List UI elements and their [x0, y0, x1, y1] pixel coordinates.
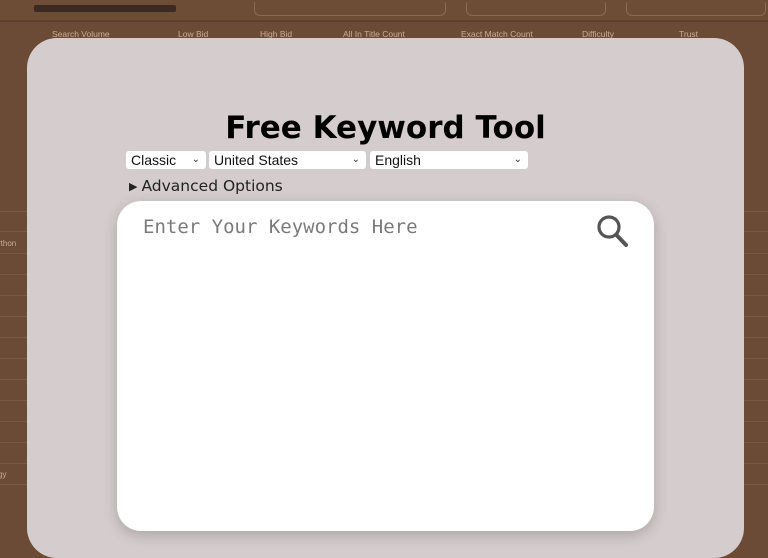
background-filter — [626, 2, 766, 16]
disclosure-triangle-icon: ▶ — [129, 180, 138, 193]
mode-select[interactable]: Classic ⌄ — [126, 151, 206, 169]
keyword-textarea[interactable]: Enter Your Keywords Here — [117, 201, 654, 531]
advanced-options-toggle[interactable]: ▶ Advanced Options — [129, 177, 283, 195]
advanced-options-label: Advanced Options — [141, 177, 283, 195]
background-filter — [466, 2, 606, 16]
chevron-down-icon: ⌄ — [513, 154, 522, 165]
search-icon — [597, 215, 628, 247]
country-select[interactable]: United States ⌄ — [209, 151, 366, 169]
background-toolbar — [0, 0, 768, 22]
chevron-down-icon: ⌄ — [191, 154, 200, 165]
language-select[interactable]: English ⌄ — [370, 151, 528, 169]
background-cell: rthon — [0, 239, 17, 248]
keyword-placeholder: Enter Your Keywords Here — [143, 216, 418, 238]
page-title: Free Keyword Tool — [225, 110, 546, 146]
background-cell: gy — [0, 470, 7, 479]
country-select-value: United States — [214, 152, 299, 168]
mode-select-value: Classic — [131, 152, 177, 168]
background-progress-bar — [34, 5, 176, 12]
search-button[interactable] — [596, 214, 630, 250]
chevron-down-icon: ⌄ — [351, 154, 360, 165]
language-select-value: English — [375, 152, 421, 168]
background-filter — [254, 2, 446, 16]
